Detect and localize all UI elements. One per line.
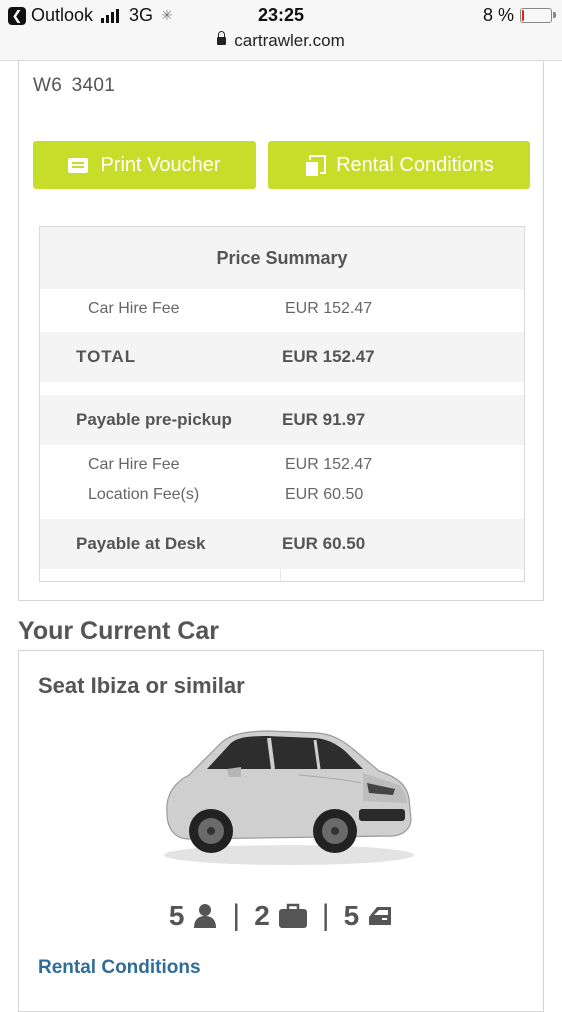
rental-conditions-label: Rental Conditions <box>336 153 494 176</box>
spec-separator: | <box>232 899 241 932</box>
doors-count: 5 <box>343 900 360 931</box>
price-summary: Price Summary Car Hire Fee EUR 152.47 TO… <box>39 226 525 582</box>
payable-at-desk-value: EUR 60.50 <box>282 534 366 553</box>
person-icon <box>194 904 217 928</box>
divider <box>280 569 281 581</box>
battery-icon <box>520 8 556 23</box>
passengers-count: 5 <box>168 900 185 931</box>
car-image <box>164 730 414 865</box>
rental-conditions-link[interactable]: Rental Conditions <box>38 957 201 979</box>
address-bar[interactable]: cartrawler.com <box>0 31 562 51</box>
suitcase-icon <box>278 903 307 928</box>
car-hire-fee-value: EUR 152.47 <box>285 300 373 317</box>
car-name: Seat Ibiza or similar <box>38 673 245 698</box>
pre-pickup-item-label: Car Hire Fee <box>88 456 180 473</box>
battery-percent: 8 % <box>482 5 514 25</box>
pre-pickup-item-value: EUR 60.50 <box>285 486 364 503</box>
bags-count: 2 <box>254 900 270 931</box>
payable-pre-pickup-value: EUR 91.97 <box>282 410 366 429</box>
lock-icon <box>217 31 227 45</box>
print-voucher-button[interactable]: Print Voucher <box>33 141 256 189</box>
status-right: 8 % <box>482 5 556 26</box>
booking-reference: W6 3401 <box>33 75 116 96</box>
payable-pre-pickup-label: Payable pre-pickup <box>76 410 232 429</box>
url-text[interactable]: cartrawler.com <box>234 31 345 50</box>
car-door-icon <box>369 907 392 925</box>
car-hire-fee-label: Car Hire Fee <box>88 300 180 317</box>
pre-pickup-item-label: Location Fee(s) <box>88 486 200 503</box>
clock: 23:25 <box>257 5 305 25</box>
payable-pre-pickup-row: Payable pre-pickup EUR 91.97 <box>40 395 524 445</box>
rental-conditions-button[interactable]: Rental Conditions <box>268 141 530 189</box>
total-value: EUR 152.47 <box>282 347 375 366</box>
documents-icon <box>304 154 327 178</box>
booking-card: W6 3401 Print Voucher Rental Conditions … <box>18 61 544 601</box>
current-car-card: Seat Ibiza or similar 5 | 2 | 5 Rental C… <box>18 650 544 1012</box>
print-voucher-label: Print Voucher <box>100 153 221 176</box>
doors-spec: 5 <box>344 900 394 932</box>
payable-at-desk-row: Payable at Desk EUR 60.50 <box>40 519 524 569</box>
pre-pickup-item-value: EUR 152.47 <box>285 456 373 473</box>
car-specs: 5 | 2 | 5 <box>19 899 543 933</box>
passengers-spec: 5 <box>169 900 219 932</box>
price-summary-title: Price Summary <box>40 227 524 289</box>
battery-level <box>522 10 524 21</box>
total-label: TOTAL <box>76 347 137 366</box>
voucher-icon <box>68 157 89 173</box>
spec-separator: | <box>321 899 330 932</box>
payable-at-desk-label: Payable at Desk <box>76 534 206 553</box>
total-row: TOTAL EUR 152.47 <box>40 332 524 382</box>
status-bar: ❮ Outlook 3G ✳ 23:25 8 % cartrawler.com <box>0 0 562 61</box>
current-car-heading: Your Current Car <box>18 617 219 645</box>
bags-spec: 2 <box>254 900 308 932</box>
